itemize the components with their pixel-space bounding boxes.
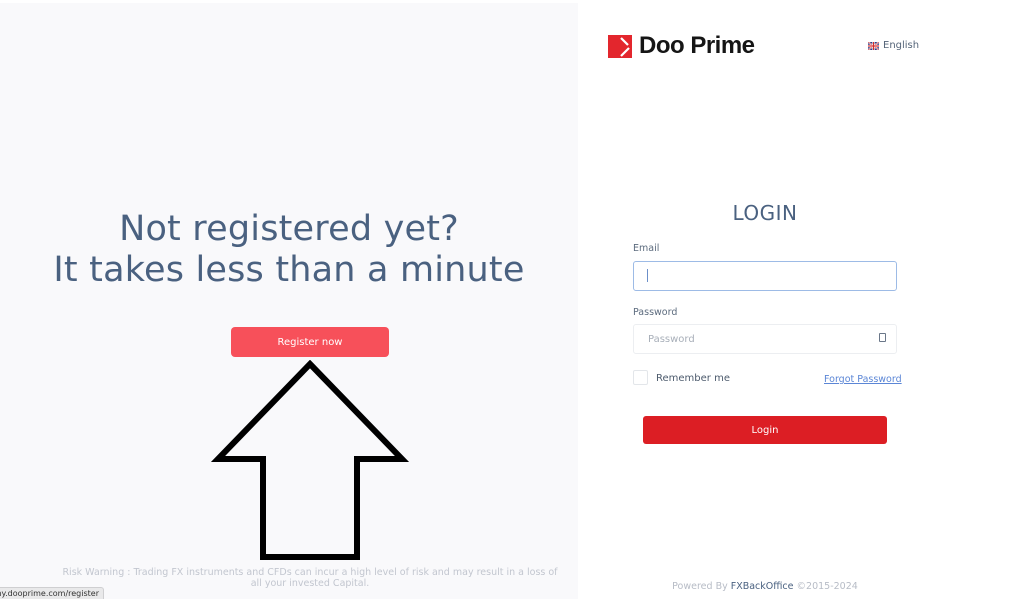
password-label: Password	[633, 307, 678, 318]
remember-me-label[interactable]: Remember me	[656, 373, 730, 384]
email-label: Email	[633, 243, 660, 254]
register-headline: Not registered yet? It takes less than a…	[0, 209, 578, 291]
up-arrow-icon	[210, 360, 410, 560]
risk-warning-text: Risk Warning : Trading FX instruments an…	[62, 567, 558, 589]
forgot-password-link[interactable]: Forgot Password	[824, 374, 902, 385]
login-button[interactable]: Login	[643, 416, 887, 444]
password-input[interactable]	[633, 324, 897, 354]
doo-prime-logo-mark-icon	[608, 34, 632, 58]
logo-text: Doo Prime	[639, 32, 755, 59]
login-title: LOGIN	[732, 201, 798, 225]
language-label: English	[883, 40, 920, 51]
status-bar-url: https://my.dooprime.com/register/	[0, 587, 104, 599]
email-input[interactable]	[633, 261, 897, 291]
status-url-text: https://my.dooprime.com/register/	[0, 589, 99, 598]
footer-prefix: Powered By	[672, 581, 731, 592]
text-caret	[647, 269, 648, 282]
footer-brand-link[interactable]: FXBackOffice	[731, 581, 794, 592]
footer: Powered By FXBackOffice ©2015-2024	[633, 581, 897, 592]
remember-me-checkbox[interactable]	[633, 370, 648, 385]
headline-line-2: It takes less than a minute	[53, 250, 525, 290]
footer-copyright: ©2015-2024	[793, 581, 858, 592]
headline-line-1: Not registered yet?	[119, 209, 459, 249]
language-selector[interactable]: English	[868, 40, 919, 51]
show-password-icon[interactable]	[879, 333, 886, 342]
register-now-button[interactable]: Register now	[231, 327, 389, 357]
uk-flag-icon	[868, 41, 879, 50]
doo-prime-logo[interactable]: Doo Prime	[608, 34, 755, 58]
